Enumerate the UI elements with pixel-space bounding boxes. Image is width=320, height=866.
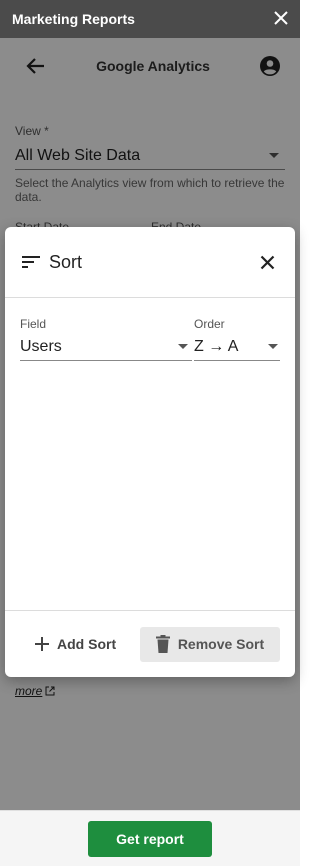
dropdown-arrow-icon (178, 344, 188, 349)
sort-order-value: Z → A (194, 337, 239, 355)
sort-order-select[interactable]: Z → A (194, 333, 280, 361)
window-titlebar: Marketing Reports (0, 0, 300, 38)
close-window-button[interactable] (274, 9, 288, 29)
get-report-button[interactable]: Get report (88, 820, 212, 857)
sort-field-value: Users (20, 337, 62, 355)
sort-field-select[interactable]: Users (20, 333, 192, 361)
trash-icon (155, 635, 170, 653)
sort-dialog: Sort Field Users Order Z → A Add Sort Re… (5, 227, 295, 677)
dropdown-arrow-icon (268, 344, 278, 349)
close-dialog-button[interactable] (255, 250, 279, 274)
remove-sort-button[interactable]: Remove Sort (140, 626, 280, 662)
close-icon (260, 255, 274, 269)
remove-sort-label: Remove Sort (177, 636, 265, 652)
sort-dialog-header: Sort (5, 227, 295, 298)
plus-icon (35, 637, 49, 651)
sort-order-label: Order (194, 317, 225, 331)
sort-icon (22, 256, 40, 268)
sort-dialog-title: Sort (49, 251, 83, 272)
sort-field-label: Field (20, 317, 47, 331)
add-sort-button[interactable]: Add Sort (35, 636, 116, 652)
footer-bar: Get report (0, 810, 300, 866)
window-title: Marketing Reports (12, 11, 135, 27)
sort-dialog-footer: Add Sort Remove Sort (5, 610, 295, 677)
close-icon (274, 11, 288, 25)
add-sort-label: Add Sort (57, 636, 117, 652)
